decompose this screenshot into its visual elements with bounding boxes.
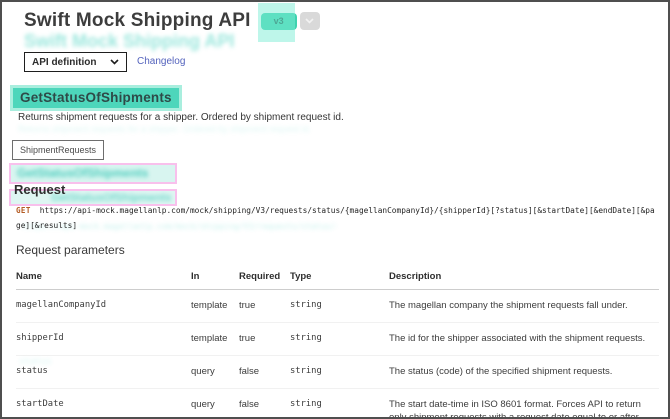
request-parameters-heading: Request parameters [16, 243, 125, 257]
tag-chip[interactable]: ShipmentRequests [12, 140, 104, 160]
param-in-cell: query [191, 356, 239, 389]
ghost-title-artifact: Swift Mock Shipping API [24, 31, 234, 52]
column-header-name: Name [16, 264, 191, 290]
version-dropdown-button[interactable] [300, 12, 320, 30]
column-header-description: Description [389, 264, 659, 290]
table-header-row: Name In Required Type Description [16, 264, 659, 290]
api-definition-select[interactable]: API definition [24, 52, 127, 72]
api-docs-page: Swift Mock Shipping API v3 Swift Mock Sh… [0, 0, 670, 419]
param-required-cell: true [239, 323, 290, 356]
column-header-in: In [191, 264, 239, 290]
param-type-cell: string [290, 323, 389, 356]
page-title: Swift Mock Shipping API [24, 10, 251, 32]
param-type-cell: string [290, 356, 389, 389]
param-required-cell: false [239, 356, 290, 389]
chevron-down-icon [110, 59, 119, 65]
column-header-type: Type [290, 264, 389, 290]
version-badge[interactable]: v3 [261, 13, 297, 30]
operation-title: GetStatusOfShipments [10, 85, 182, 111]
param-description-cell: The status (code) of the specified shipm… [389, 356, 659, 389]
params-table: Name In Required Type Description magell… [16, 264, 659, 419]
request-heading: Request [14, 182, 65, 197]
api-definition-select-value: API definition [32, 57, 96, 68]
ghost-text-artifact: Returns shipment requests for a shipper.… [18, 124, 348, 135]
param-name-cell: magellanCompanyId [16, 290, 191, 323]
request-endpoint: GEThttps://api-mock.magellanlp.com/mock/… [16, 203, 659, 233]
param-description-cell: The start date-time in ISO 8601 format. … [389, 389, 659, 419]
param-in-cell: template [191, 290, 239, 323]
operation-summary: Returns shipment requests for a shipper.… [18, 112, 344, 123]
header: Swift Mock Shipping API v3 [24, 10, 320, 32]
param-in-cell: query [191, 389, 239, 419]
http-method-badge: GET [16, 206, 31, 215]
param-row: magellanCompanyId template true string T… [16, 290, 659, 323]
changelog-link[interactable]: Changelog [137, 56, 185, 67]
version-selector: v3 [261, 12, 320, 30]
chevron-down-icon [305, 18, 314, 24]
ghost-text-artifact: status [19, 357, 69, 367]
request-url: https://api-mock.magellanlp.com/mock/shi… [16, 206, 655, 230]
param-row: startDate query false string The start d… [16, 389, 659, 419]
param-name-cell: shipperId [16, 323, 191, 356]
param-name-cell: startDate [16, 389, 191, 419]
column-header-required: Required [239, 264, 290, 290]
param-row: shipperId template true string The id fo… [16, 323, 659, 356]
param-required-cell: false [239, 389, 290, 419]
param-description-cell: The magellan company the shipment reques… [389, 290, 659, 323]
ghost-text-artifact: GetStatusOfShipments [11, 165, 175, 180]
param-description-cell: The id for the shipper associated with t… [389, 323, 659, 356]
param-type-cell: string [290, 290, 389, 323]
selection-box-artifact: GetStatusOfShipments [9, 163, 177, 184]
param-row: status query false string The status (co… [16, 356, 659, 389]
param-in-cell: template [191, 323, 239, 356]
param-type-cell: string [290, 389, 389, 419]
param-required-cell: true [239, 290, 290, 323]
